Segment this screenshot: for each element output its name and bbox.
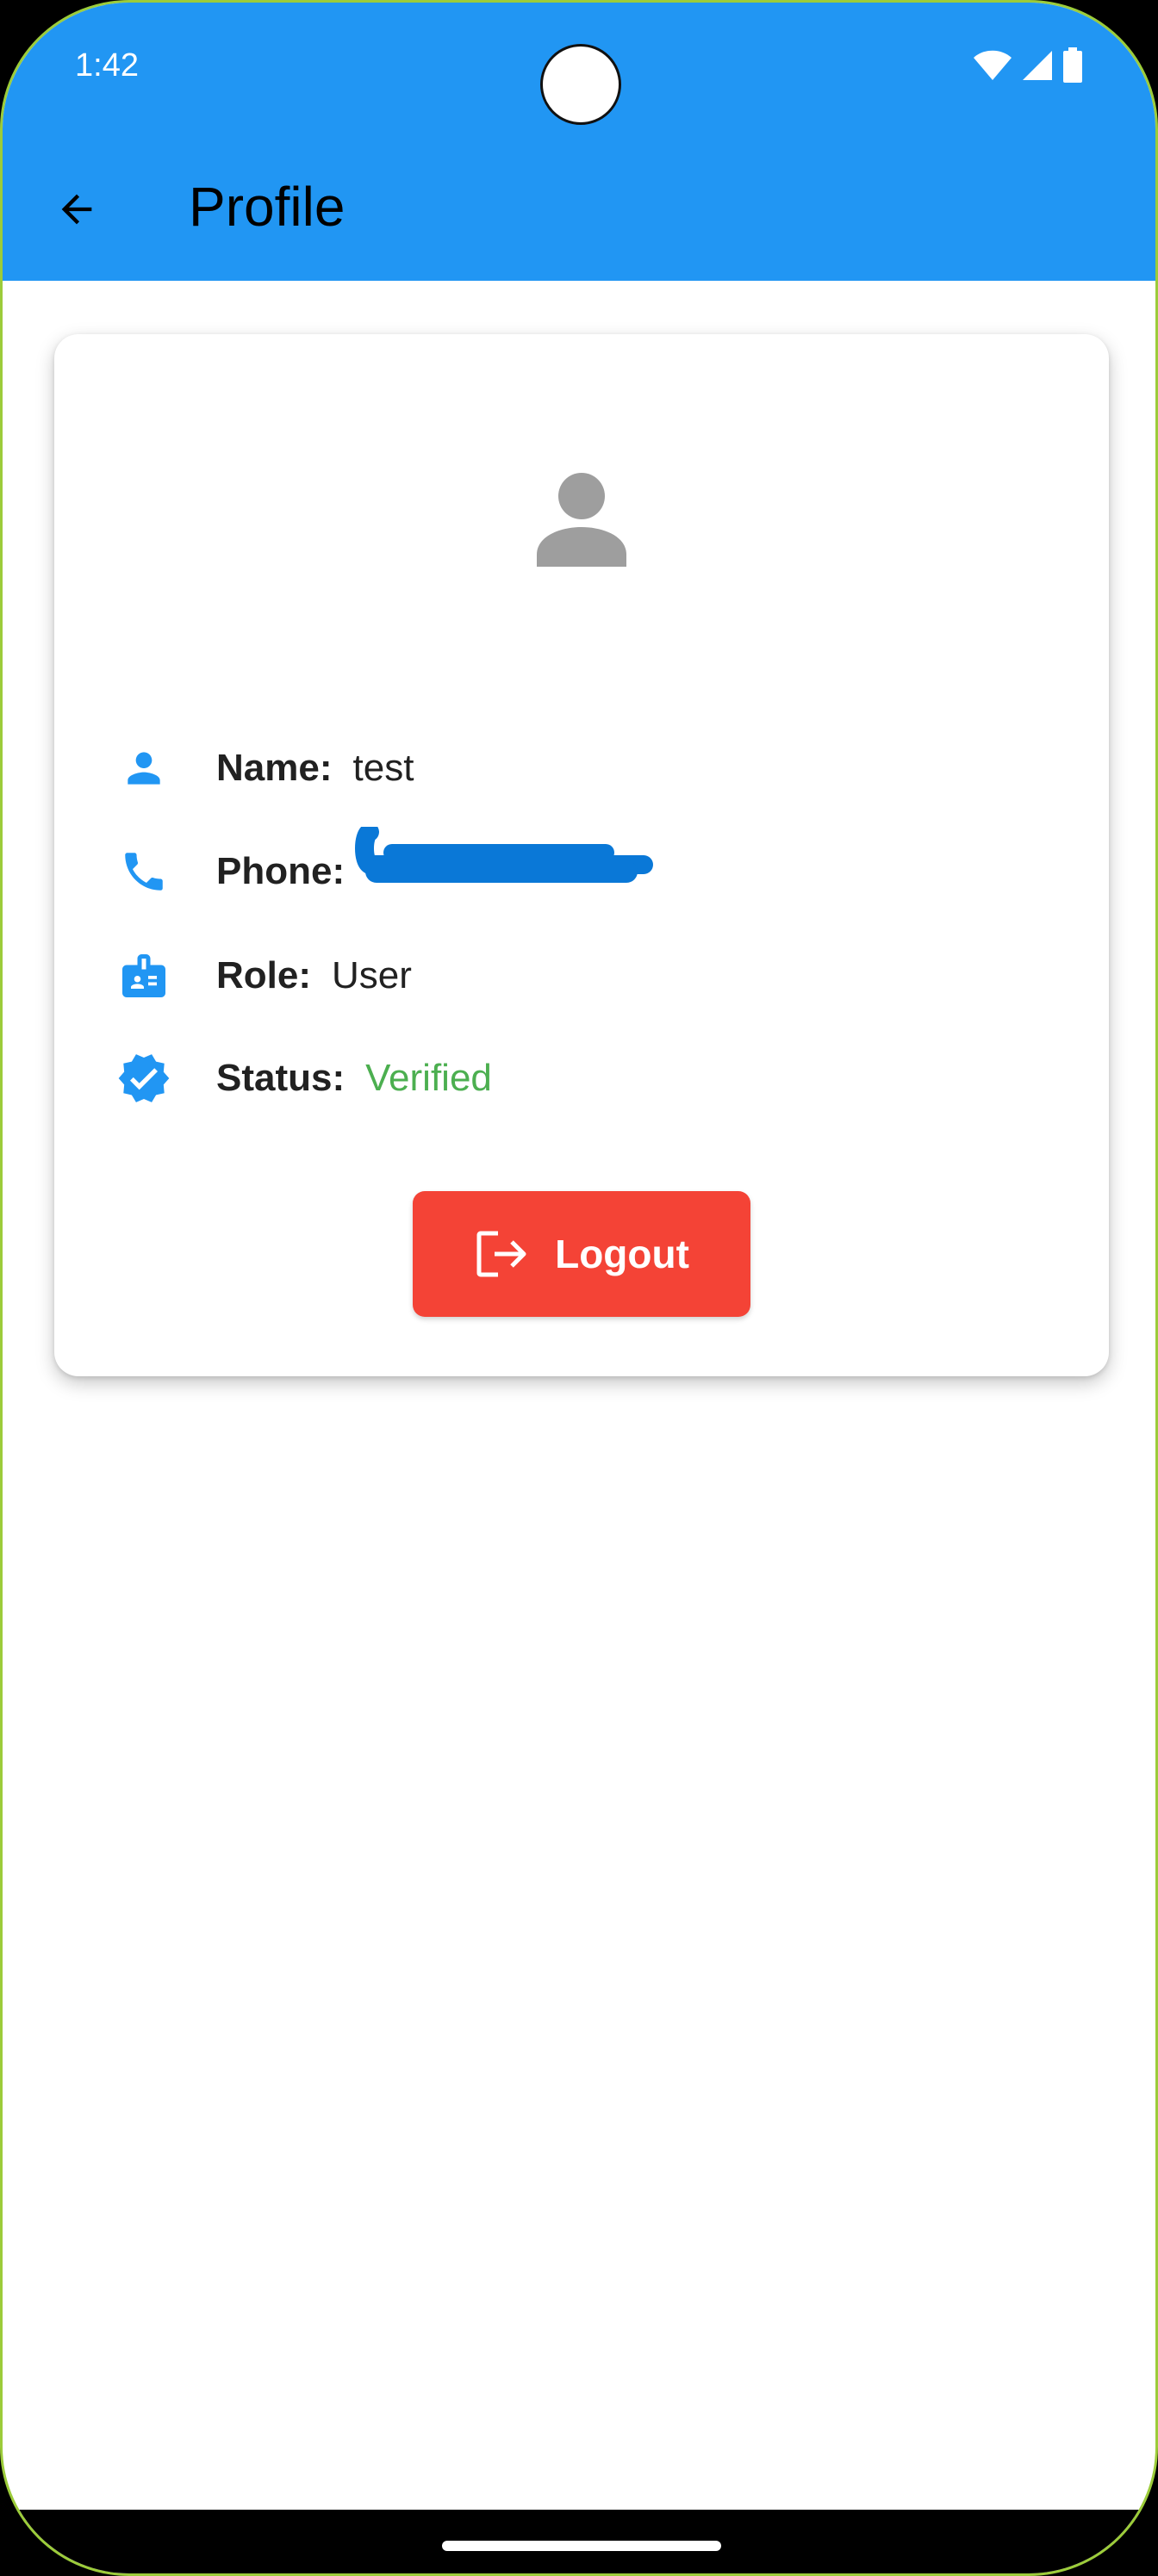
role-label: Role: bbox=[216, 954, 311, 996]
camera-cutout bbox=[540, 44, 621, 125]
name-row: Name: test bbox=[116, 734, 414, 803]
role-value: User bbox=[332, 954, 412, 996]
name-label: Name: bbox=[216, 747, 333, 789]
avatar-person-icon bbox=[537, 473, 626, 567]
signal-icon bbox=[1023, 51, 1052, 80]
battery-icon bbox=[1063, 47, 1082, 83]
app-bar: 1:42 Profile bbox=[3, 3, 1155, 281]
badge-icon bbox=[116, 948, 171, 1003]
home-indicator[interactable] bbox=[442, 2541, 721, 2551]
back-button[interactable] bbox=[46, 178, 108, 240]
phone-redaction-scribble bbox=[355, 827, 653, 883]
status-time: 1:42 bbox=[75, 47, 139, 84]
person-icon bbox=[116, 741, 171, 796]
profile-card: Name: test Phone: Role: User Status: Ver… bbox=[54, 334, 1109, 1376]
phone-icon bbox=[116, 844, 171, 899]
status-row: Status: Verified bbox=[116, 1044, 492, 1113]
phone-row: Phone: bbox=[116, 837, 365, 906]
logout-icon bbox=[476, 1231, 526, 1277]
verified-icon bbox=[116, 1051, 171, 1106]
role-row: Role: User bbox=[116, 941, 412, 1010]
status-label: Status: bbox=[216, 1057, 346, 1099]
page-title: Profile bbox=[189, 176, 346, 238]
device-screen: 1:42 Profile Name: test Phone: Role: Use… bbox=[0, 0, 1158, 2576]
status-value: Verified bbox=[365, 1057, 492, 1099]
status-icons bbox=[973, 47, 1083, 84]
arrow-back-icon bbox=[61, 194, 92, 225]
logout-label: Logout bbox=[555, 1232, 689, 1276]
name-value: test bbox=[352, 747, 414, 789]
phone-label: Phone: bbox=[216, 850, 346, 892]
wifi-icon bbox=[974, 50, 1012, 80]
logout-button[interactable]: Logout bbox=[413, 1191, 750, 1317]
navigation-bar bbox=[3, 2510, 1155, 2573]
